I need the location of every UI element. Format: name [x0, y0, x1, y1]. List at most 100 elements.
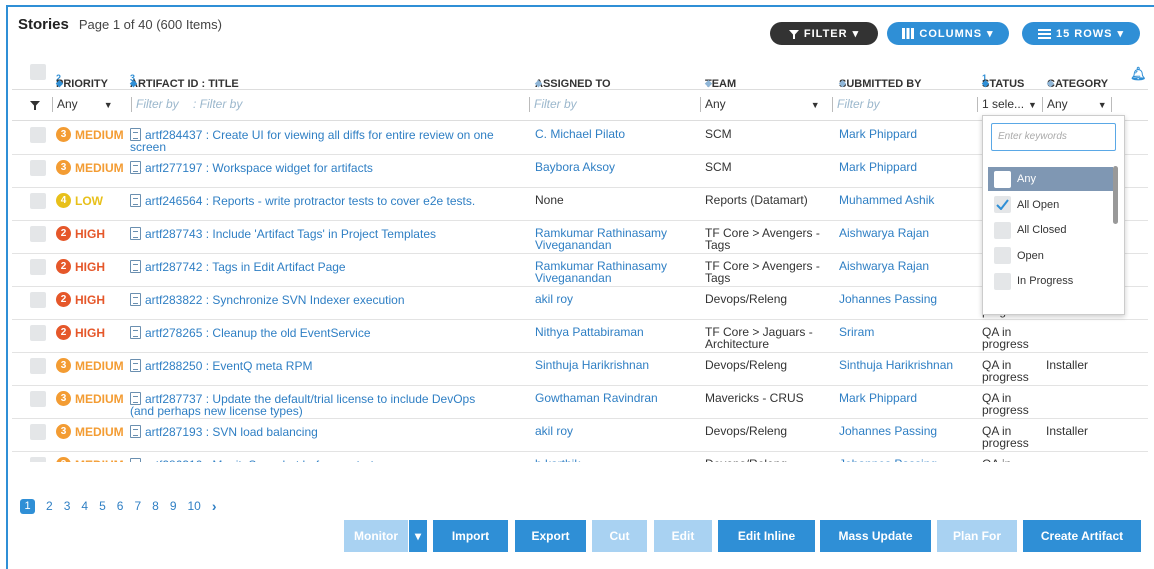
artifact-filter[interactable]: Filter by — [131, 97, 179, 113]
assigned-to-cell[interactable]: Nithya Pattabiraman — [535, 326, 695, 338]
dropdown-option[interactable]: Open — [988, 244, 1113, 268]
artifact-title-cell[interactable]: artf278265 : Cleanup the old EventServic… — [130, 326, 530, 339]
row-checkbox[interactable] — [30, 127, 46, 143]
artifact-title[interactable]: EventQ meta RPM — [212, 359, 312, 373]
row-checkbox[interactable] — [30, 160, 46, 176]
row-checkbox[interactable] — [30, 358, 46, 374]
artifact-title[interactable]: Synchronize SVN Indexer execution — [212, 293, 404, 307]
table-row[interactable]: 3 MEDIUM artf287737 : Update the default… — [12, 386, 1148, 419]
monitor-dropdown-button[interactable]: ▾ — [408, 520, 427, 552]
next-page-icon[interactable]: › — [212, 498, 217, 514]
artifact-id[interactable]: artf246564 — [145, 194, 202, 208]
submitted-by[interactable]: Mark Phippard — [839, 392, 979, 404]
submitted-by[interactable]: Johannes Passing — [839, 458, 979, 462]
create-artifact-button[interactable]: Create Artifact — [1023, 520, 1141, 552]
cut-button[interactable]: Cut — [592, 520, 647, 552]
assigned-to-cell[interactable]: b karthik — [535, 458, 695, 462]
category-filter[interactable]: Any ▼ — [1042, 97, 1116, 113]
team-filter[interactable]: Any ▼ — [700, 97, 820, 113]
table-row[interactable]: 2 HIGH artf287743 : Include 'Artifact Ta… — [12, 221, 1148, 254]
artifact-title-cell[interactable]: artf287737 : Update the default/trial li… — [130, 392, 530, 417]
rows-per-page-button[interactable]: 15 ROWS ▾ — [1022, 22, 1140, 45]
table-row[interactable]: 4 LOW artf246564 : Reports - write protr… — [12, 188, 1148, 221]
artifact-title[interactable]: Include 'Artifact Tags' in Project Templ… — [212, 227, 436, 241]
submitted-by[interactable]: Mark Phippard — [839, 161, 979, 173]
artifact-title-cont[interactable]: screen — [130, 140, 166, 154]
edit-inline-button[interactable]: Edit Inline — [718, 520, 815, 552]
table-row[interactable]: 2 HIGH artf283822 : Synchronize SVN Inde… — [12, 287, 1148, 320]
artifact-title-cell[interactable]: artf283822 : Synchronize SVN Indexer exe… — [130, 293, 530, 306]
dropdown-search-input[interactable]: Enter keywords — [991, 123, 1116, 151]
priority-filter[interactable]: Any ▼ — [52, 97, 113, 113]
page-link[interactable]: 5 — [99, 499, 106, 513]
columns-button[interactable]: COLUMNS ▾ — [887, 22, 1009, 45]
title-filter[interactable]: : Filter by — [193, 97, 242, 111]
artifact-title-cell[interactable]: artf246564 : Reports - write protractor … — [130, 194, 530, 207]
col-status[interactable]: STATUS ◆ 1 — [982, 69, 1024, 90]
page-link[interactable]: 9 — [170, 499, 177, 513]
export-button[interactable]: Export — [515, 520, 586, 552]
assigned-to-cell[interactable]: Baybora Aksoy — [535, 161, 695, 173]
page-link[interactable]: 4 — [81, 499, 88, 513]
table-row[interactable]: 3 MEDIUM artf284437 : Create UI for view… — [12, 122, 1148, 155]
artifact-title-cell[interactable]: artf288250 : EventQ meta RPM — [130, 359, 530, 372]
row-checkbox[interactable] — [30, 226, 46, 242]
row-checkbox[interactable] — [30, 193, 46, 209]
artifact-id[interactable]: artf287743 — [145, 227, 202, 241]
option-checkbox[interactable] — [994, 196, 1011, 213]
submitted-by[interactable]: Sriram — [839, 326, 979, 338]
submitted-by[interactable]: Sinthuja Harikrishnan — [839, 359, 979, 371]
submitted-by[interactable]: Aishwarya Rajan — [839, 227, 979, 239]
row-checkbox[interactable] — [30, 259, 46, 275]
submitted-by[interactable]: Mark Phippard — [839, 128, 979, 140]
table-row[interactable]: 2 HIGH artf278265 : Cleanup the old Even… — [12, 320, 1148, 353]
assigned-to-cell[interactable]: Sinthuja Harikrishnan — [535, 359, 695, 371]
artifact-id[interactable]: artf283822 — [145, 293, 202, 307]
row-checkbox[interactable] — [30, 325, 46, 341]
col-artifact[interactable]: ARTIFACT ID : TITLE ◆ 3 — [130, 69, 239, 90]
artifact-title-cont[interactable]: (and perhaps new license types) — [130, 404, 303, 418]
page-link[interactable]: 1 — [20, 498, 35, 514]
mass-update-button[interactable]: Mass Update — [820, 520, 931, 552]
artifact-title[interactable]: Monit: Snapshot before restart — [212, 458, 373, 462]
table-row[interactable]: 3 MEDIUM artf287193 : SVN load balancing… — [12, 419, 1148, 452]
artifact-id[interactable]: artf286310 — [145, 458, 202, 462]
artifact-title-cell[interactable]: artf277197 : Workspace widget for artifa… — [130, 161, 530, 174]
artifact-title-cell[interactable]: artf286310 : Monit: Snapshot before rest… — [130, 458, 530, 462]
assigned-to-cell[interactable]: Ramkumar Rathinasamy Viveganandan — [535, 227, 695, 251]
artifact-id[interactable]: artf287193 — [145, 425, 202, 439]
page-link[interactable]: 10 — [188, 499, 201, 513]
plan-for-button[interactable]: Plan For — [937, 520, 1017, 552]
dropdown-option[interactable]: Any — [988, 167, 1113, 191]
artifact-title[interactable]: Cleanup the old EventService — [212, 326, 370, 340]
table-row[interactable]: 3 MEDIUM artf277197 : Workspace widget f… — [12, 155, 1148, 188]
dropdown-option[interactable]: All Closed — [988, 218, 1113, 242]
assigned-to-cell[interactable]: akil roy — [535, 293, 695, 305]
option-checkbox[interactable] — [994, 170, 1011, 188]
assigned-to-cell[interactable]: C. Michael Pilato — [535, 128, 695, 140]
option-checkbox[interactable] — [994, 247, 1011, 264]
option-checkbox[interactable] — [994, 221, 1011, 239]
artifact-id[interactable]: artf287742 — [145, 260, 202, 274]
artifact-title-cell[interactable]: artf287742 : Tags in Edit Artifact Page — [130, 260, 530, 273]
dropdown-option[interactable]: In Progress — [988, 269, 1113, 293]
assigned-filter[interactable]: Filter by — [529, 97, 577, 113]
table-row[interactable]: 2 HIGH artf287742 : Tags in Edit Artifac… — [12, 254, 1148, 287]
page-link[interactable]: 3 — [64, 499, 71, 513]
page-link[interactable]: 2 — [46, 499, 53, 513]
assigned-to-cell[interactable]: Gowthaman Ravindran — [535, 392, 695, 404]
assigned-to-cell[interactable]: akil roy — [535, 425, 695, 437]
edit-button[interactable]: Edit — [654, 520, 712, 552]
status-filter[interactable]: 1 sele... ▼ — [977, 97, 1037, 113]
artifact-title[interactable]: Tags in Edit Artifact Page — [212, 260, 345, 274]
row-checkbox[interactable] — [30, 457, 46, 462]
submitted-filter[interactable]: Filter by — [832, 97, 880, 113]
notification-bell-icon[interactable]: 🔔︎ — [1130, 66, 1147, 82]
artifact-title[interactable]: SVN load balancing — [212, 425, 317, 439]
select-all-checkbox[interactable] — [30, 64, 46, 80]
assigned-to-cell[interactable]: Ramkumar Rathinasamy Viveganandan — [535, 260, 695, 284]
artifact-title-cell[interactable]: artf284437 : Create UI for viewing all d… — [130, 128, 530, 153]
artifact-title-cell[interactable]: artf287743 : Include 'Artifact Tags' in … — [130, 227, 530, 240]
page-link[interactable]: 6 — [117, 499, 124, 513]
col-priority[interactable]: PRIORITY ◆ 2 — [56, 69, 108, 90]
